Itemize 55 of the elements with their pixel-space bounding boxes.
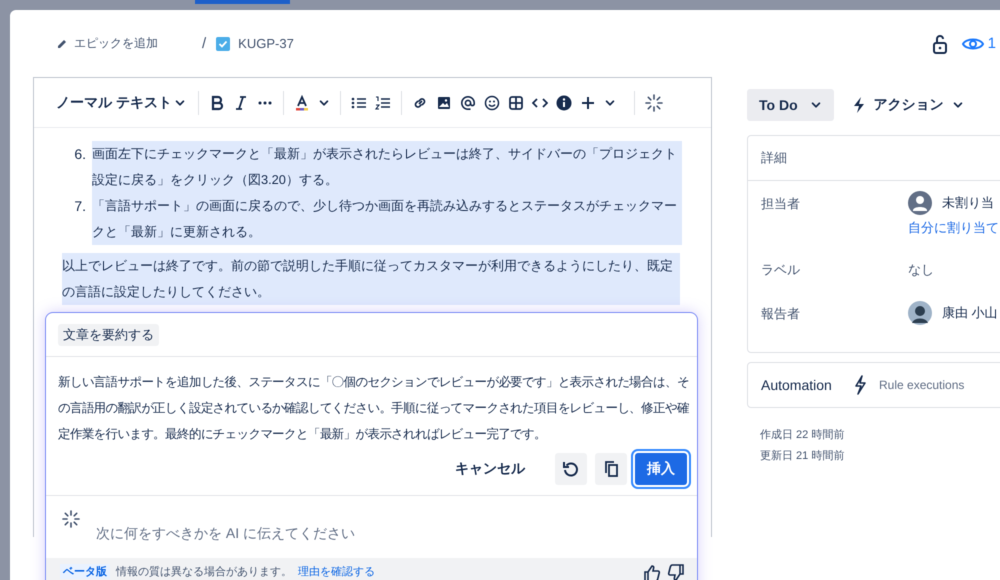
thumbs-down-icon[interactable] bbox=[667, 564, 685, 580]
emoji-icon[interactable] bbox=[484, 94, 500, 110]
undo-icon bbox=[562, 460, 580, 478]
plus-icon[interactable] bbox=[580, 94, 596, 110]
text-style-dropdown[interactable]: ノーマル テキスト bbox=[54, 90, 188, 116]
eye-icon bbox=[962, 36, 984, 52]
rule-executions-link[interactable]: Rule executions bbox=[879, 378, 964, 392]
copy-button[interactable] bbox=[595, 453, 627, 485]
watchers-button[interactable]: 1 bbox=[962, 35, 996, 52]
assignee-value: 未割り当 bbox=[942, 194, 994, 212]
list-item-text: 「言語サポート」の画面に戻るので、少し待つか画面を再読み込みするとステータスがチェックマークと「最新」に更新される。 bbox=[92, 193, 682, 245]
copy-icon bbox=[602, 460, 620, 478]
field-value: なし bbox=[908, 261, 934, 279]
timestamp-text: 更新日 21 時間前 bbox=[760, 448, 846, 464]
sparkle-icon bbox=[62, 510, 80, 528]
actions-button[interactable]: アクション bbox=[844, 96, 972, 114]
disclaimer-text: 情報の質は異なる場合があります。 bbox=[116, 565, 292, 579]
sparkle-icon[interactable] bbox=[644, 94, 663, 112]
paragraph-text: 以上でレビューは終了です。前の節で説明した手順に従ってカスタマーが利用できるようにしたり、既定の言語に設定したりしてください。 bbox=[62, 253, 680, 305]
learn-why-link[interactable]: 理由を確認する bbox=[298, 564, 375, 579]
field-label: ラベル bbox=[761, 261, 801, 279]
field-label: 報告者 bbox=[761, 305, 801, 323]
breadcrumb-separator: / bbox=[202, 35, 206, 52]
list-item-text: 画面左下にチェックマークと「最新」が表示されたらレビューは終了、サイドバーの「プロジェクト設定に戻る」をクリック（図3.20）する。 bbox=[92, 141, 682, 193]
details-heading: 詳細 bbox=[748, 136, 1000, 181]
pencil-icon bbox=[56, 38, 68, 50]
table-icon[interactable] bbox=[508, 94, 524, 110]
lightning-icon bbox=[853, 375, 867, 395]
cancel-button[interactable]: キャンセル bbox=[449, 459, 531, 479]
mention-icon[interactable] bbox=[460, 94, 476, 110]
text-color-icon[interactable] bbox=[294, 94, 310, 110]
numbered-list-icon[interactable] bbox=[374, 94, 391, 110]
thumbs-up-icon[interactable] bbox=[643, 564, 661, 580]
avatar-icon bbox=[908, 191, 932, 215]
assign-to-me-link[interactable]: 自分に割り当て bbox=[908, 219, 999, 237]
summary-text: 新しい言語サポートを追加した後、ステータスに「〇個のセクションでレビューが必要です」と表示された場合は、その言語用の翻訳が正しく設定されているか確認してください。手順に従ってマークされた項目をレビューし、修正や確定作業を行います。最終的にチェックマークと「最新」が表示されればレビュー完了です。 bbox=[57, 374, 690, 443]
command-tag: 文章を要約する bbox=[58, 324, 159, 346]
timestamp-text: 作成日 22 時間前 bbox=[760, 428, 846, 443]
status-dropdown[interactable]: To Do bbox=[747, 89, 834, 121]
unlock-icon[interactable] bbox=[932, 34, 948, 54]
retry-button[interactable] bbox=[555, 453, 587, 485]
insert-button[interactable]: 挿入 bbox=[635, 453, 687, 485]
issue-key-link[interactable]: KUGP-37 bbox=[238, 36, 294, 51]
avatar-icon bbox=[908, 301, 932, 325]
info-icon[interactable] bbox=[556, 94, 572, 110]
bullet-list-icon[interactable] bbox=[350, 94, 367, 110]
list-number: 6. bbox=[73, 145, 86, 164]
image-icon[interactable] bbox=[436, 94, 452, 110]
list-number: 7. bbox=[73, 197, 86, 216]
field-label: 担当者 bbox=[761, 195, 801, 213]
add-epic-link[interactable]: エピックを追加 bbox=[52, 31, 162, 56]
lightning-icon bbox=[852, 96, 866, 114]
reporter-value: 康由 小山 bbox=[942, 304, 998, 322]
beta-badge: ベータ版 bbox=[60, 564, 110, 579]
automation-heading: Automation bbox=[761, 377, 833, 393]
